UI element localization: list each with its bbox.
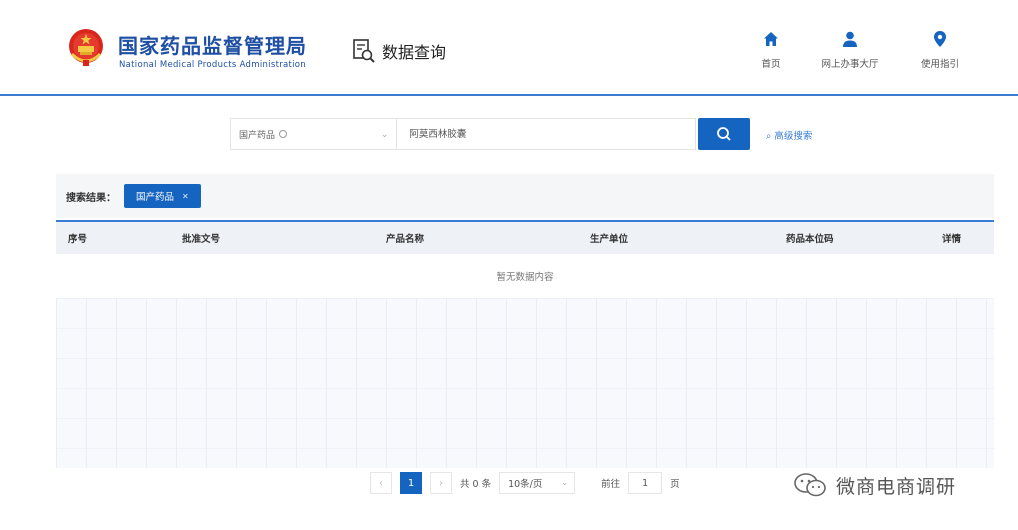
chevron-down-icon: ⌄	[561, 478, 569, 487]
table-header: 序号 批准文号 产品名称 生产单位 药品本位码 详情	[56, 222, 994, 254]
data-query-link[interactable]: 数据查询	[352, 38, 446, 64]
goto-page-input[interactable]	[628, 472, 663, 494]
col-header-drug-code: 药品本位码	[786, 234, 834, 245]
advanced-search-label: 高级搜索	[774, 131, 813, 142]
page-size-select[interactable]: 10条/页 ⌄	[499, 472, 576, 494]
total-count: 共 0 条	[460, 479, 492, 490]
nav-user-guide[interactable]: 使用指引	[900, 30, 980, 74]
search-button[interactable]	[698, 118, 750, 150]
pagination: ‹ 1 › 共 0 条 10条/页 ⌄ 前往 页	[370, 471, 680, 495]
results-filter-tag[interactable]: 国产药品 ✕	[124, 184, 201, 208]
col-header-product-name: 产品名称	[386, 234, 425, 245]
col-header-manufacturer: 生产单位	[590, 234, 629, 245]
col-header-index: 序号	[68, 234, 88, 245]
category-select[interactable]: 国产药品 ⌄	[230, 118, 398, 150]
page-unit-label: 页	[670, 479, 680, 490]
results-table: 序号 批准文号 产品名称 生产单位 药品本位码 详情 暂无数据内容	[56, 220, 994, 468]
col-header-detail: 详情	[942, 234, 962, 245]
col-header-approval-no: 批准文号	[182, 234, 221, 245]
wechat-watermark: 微商电商调研	[792, 470, 956, 500]
wechat-icon	[794, 473, 826, 497]
site-header: 国家药品监督管理局 National Medical Products Admi…	[0, 0, 1018, 96]
empty-state-text: 暂无数据内容	[496, 272, 554, 283]
goto-label: 前往	[601, 479, 621, 490]
results-filter-bar: 搜索结果： 国产药品 ✕	[56, 174, 994, 218]
nav-online-service[interactable]: 网上办事大厅	[810, 30, 890, 74]
data-query-label: 数据查询	[382, 43, 447, 62]
category-select-value: 国产药品	[239, 130, 276, 141]
search-icon	[717, 127, 731, 141]
results-filter-tag-label: 国产药品	[136, 192, 175, 203]
nav-user-guide-label: 使用指引	[920, 59, 959, 70]
document-search-icon	[353, 39, 375, 63]
search-bar: 国产药品 ⌄	[230, 118, 750, 150]
user-icon	[843, 31, 857, 47]
home-icon	[764, 32, 778, 46]
brand-name-cn[interactable]: 国家药品监督管理局	[118, 30, 307, 59]
page-number-1[interactable]: 1	[400, 472, 422, 494]
watermark-text: 微商电商调研	[836, 475, 957, 498]
prev-page-button[interactable]: ‹	[370, 472, 392, 494]
nav-online-service-label: 网上办事大厅	[821, 59, 879, 70]
location-icon	[934, 31, 946, 47]
table-empty-row: 暂无数据内容	[56, 254, 994, 298]
nav-home-label: 首页	[761, 59, 781, 70]
chevron-down-icon: ⌄	[380, 130, 389, 140]
national-emblem-logo[interactable]	[66, 26, 106, 68]
close-icon[interactable]: ✕	[182, 192, 189, 201]
search-small-icon: ⌕	[766, 131, 772, 142]
advanced-search-link[interactable]: ⌕ 高级搜索	[766, 128, 812, 142]
nav-home[interactable]: 首页	[731, 30, 811, 74]
clear-circle-icon[interactable]	[279, 130, 288, 138]
next-page-button[interactable]: ›	[430, 472, 452, 494]
page-size-value: 10条/页	[508, 479, 543, 490]
table-body-background	[56, 298, 994, 468]
results-label: 搜索结果：	[66, 192, 116, 204]
search-input[interactable]	[397, 118, 697, 150]
brand-name-en: National Medical Products Administration	[119, 60, 306, 70]
